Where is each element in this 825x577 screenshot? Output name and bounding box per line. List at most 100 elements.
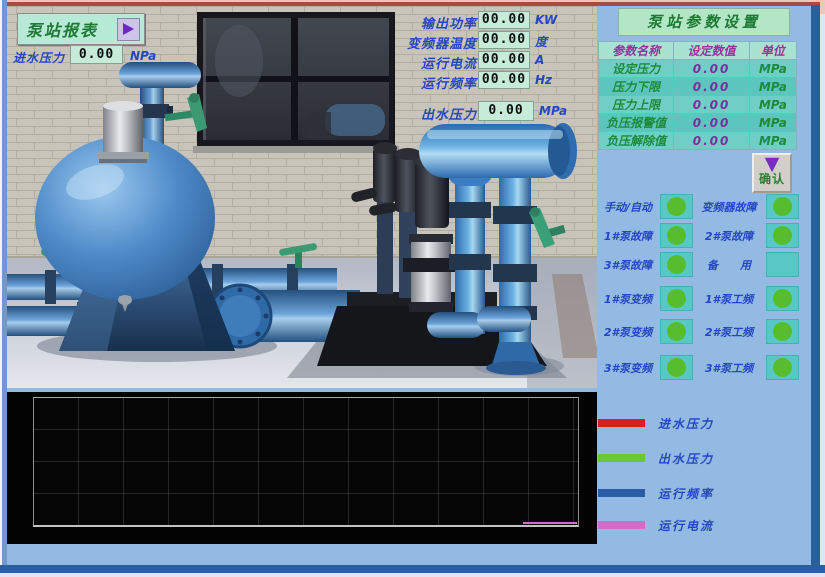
legend-color-bar (598, 454, 645, 462)
measurement-value: 00.00 (478, 51, 530, 69)
legend-color-bar (598, 521, 645, 529)
status-label: 手动/自动 (597, 199, 659, 215)
parameter-setpoint[interactable]: 0.00 (674, 78, 749, 96)
outlet-pressure-value: 0.00 (478, 101, 534, 121)
confirm-button[interactable]: ▼ 确认 (752, 153, 792, 193)
settings-row: 负压解除值0.00MPa (599, 132, 797, 150)
status-indicator (766, 286, 799, 311)
inlet-pressure-value: 0.00 (70, 45, 123, 64)
right-outer-border (820, 0, 825, 577)
parameter-unit: MPa (749, 132, 796, 150)
status-indicator (766, 223, 799, 248)
parameter-unit: MPa (749, 78, 796, 96)
report-button[interactable]: 泵站报表 (17, 13, 145, 45)
status-indicator (766, 319, 799, 344)
status-indicator (766, 252, 799, 277)
status-label: 1#泵变频 (597, 291, 659, 307)
measurement-label: 运行频率 (327, 73, 477, 92)
legend-color-bar (598, 419, 645, 427)
bottom-border (0, 565, 825, 573)
legend-item: 运行频率 (597, 485, 812, 505)
parameter-setpoint[interactable]: 0.00 (674, 132, 749, 150)
status-label: 备 用 (693, 257, 765, 273)
status-indicator (660, 223, 693, 248)
status-indicator (660, 194, 693, 219)
parameter-name: 负压解除值 (599, 132, 674, 150)
status-label: 变频器故障 (693, 199, 765, 215)
legend-label: 运行电流 (658, 517, 714, 534)
legend-label: 运行频率 (658, 485, 714, 502)
status-lamp-on (667, 289, 686, 308)
measurement-label: 输出功率 (327, 13, 477, 32)
parameter-setpoint[interactable]: 0.00 (674, 96, 749, 114)
measurement-label: 运行电流 (327, 53, 477, 72)
settings-column-header: 参数名称 (599, 42, 674, 60)
status-lamp-on (667, 255, 686, 274)
trend-plot-area (33, 397, 579, 527)
left-border (0, 0, 7, 577)
parameter-setpoint[interactable]: 0.00 (674, 114, 749, 132)
status-lamp-on (773, 322, 792, 341)
settings-column-header: 设定数值 (674, 42, 749, 60)
status-lamp-on (667, 197, 686, 216)
status-row: 3#泵故障 备 用 (597, 252, 812, 279)
status-lamp-on (667, 226, 686, 245)
status-row: 手动/自动 变频器故障 (597, 194, 812, 221)
status-indicator (660, 319, 693, 344)
status-indicator (766, 355, 799, 380)
status-label: 1#泵故障 (597, 228, 659, 244)
status-label: 2#泵工频 (693, 324, 765, 340)
status-row: 2#泵变频 2#泵工频 (597, 319, 812, 346)
legend-label: 出水压力 (658, 450, 714, 467)
legend-item: 进水压力 (597, 415, 812, 435)
parameter-setpoint[interactable]: 0.00 (674, 60, 749, 78)
settings-row: 压力下限0.00MPa (599, 78, 797, 96)
parameter-name: 压力下限 (599, 78, 674, 96)
parameter-unit: MPa (749, 114, 796, 132)
measurement-label: 变频器温度 (327, 33, 477, 52)
parameter-name: 压力上限 (599, 96, 674, 114)
play-icon[interactable] (117, 18, 140, 41)
confirm-button-label: 确认 (759, 170, 785, 187)
status-label: 3#泵变频 (597, 360, 659, 376)
status-label: 1#泵工频 (693, 291, 765, 307)
running-current-trace (523, 522, 577, 524)
right-border (811, 5, 820, 571)
status-label: 3#泵故障 (597, 257, 659, 273)
measurement-unit: A (535, 53, 580, 67)
settings-row: 负压报警值0.00MPa (599, 114, 797, 132)
status-lamp-on (667, 358, 686, 377)
status-lamp-on (773, 358, 792, 377)
status-label: 2#泵变频 (597, 324, 659, 340)
report-button-label: 泵站报表 (26, 17, 98, 41)
legend-color-bar (598, 489, 645, 497)
status-row: 1#泵变频 1#泵工频 (597, 286, 812, 313)
settings-column-header: 单位 (749, 42, 796, 60)
pump-station-hmi-screen: 泵站报表 进水压力 0.00 NPa 输出功率00.00KW变频器温度00.00… (0, 0, 825, 577)
measurement-unit: 度 (535, 33, 580, 50)
status-indicator (660, 252, 693, 277)
status-label: 3#泵工频 (693, 360, 765, 376)
parameter-unit: MPa (749, 96, 796, 114)
outlet-pressure-unit: MPa (539, 104, 567, 118)
outlet-pressure-label: 出水压力 (327, 104, 477, 123)
inlet-pressure-unit: NPa (130, 49, 156, 63)
status-row: 3#泵变频 3#泵工频 (597, 355, 812, 382)
measurement-value: 00.00 (478, 71, 530, 89)
settings-row: 压力上限0.00MPa (599, 96, 797, 114)
measurement-unit: Hz (535, 73, 580, 87)
status-lamp-on (773, 289, 792, 308)
status-indicator (766, 194, 799, 219)
measurement-value: 00.00 (478, 31, 530, 49)
legend-item: 运行电流 (597, 517, 812, 537)
parameter-unit: MPa (749, 60, 796, 78)
legend-item: 出水压力 (597, 450, 812, 470)
status-indicator (660, 286, 693, 311)
pump-station-3d-scene: 泵站报表 进水压力 0.00 NPa 输出功率00.00KW变频器温度00.00… (7, 6, 597, 388)
bottom-outer-border (0, 573, 825, 577)
status-row: 1#泵故障2#泵故障 (597, 223, 812, 250)
measurement-value: 00.00 (478, 11, 530, 29)
measurement-unit: KW (535, 13, 580, 27)
parameter-name: 设定压力 (599, 60, 674, 78)
status-lamp-on (667, 322, 686, 341)
